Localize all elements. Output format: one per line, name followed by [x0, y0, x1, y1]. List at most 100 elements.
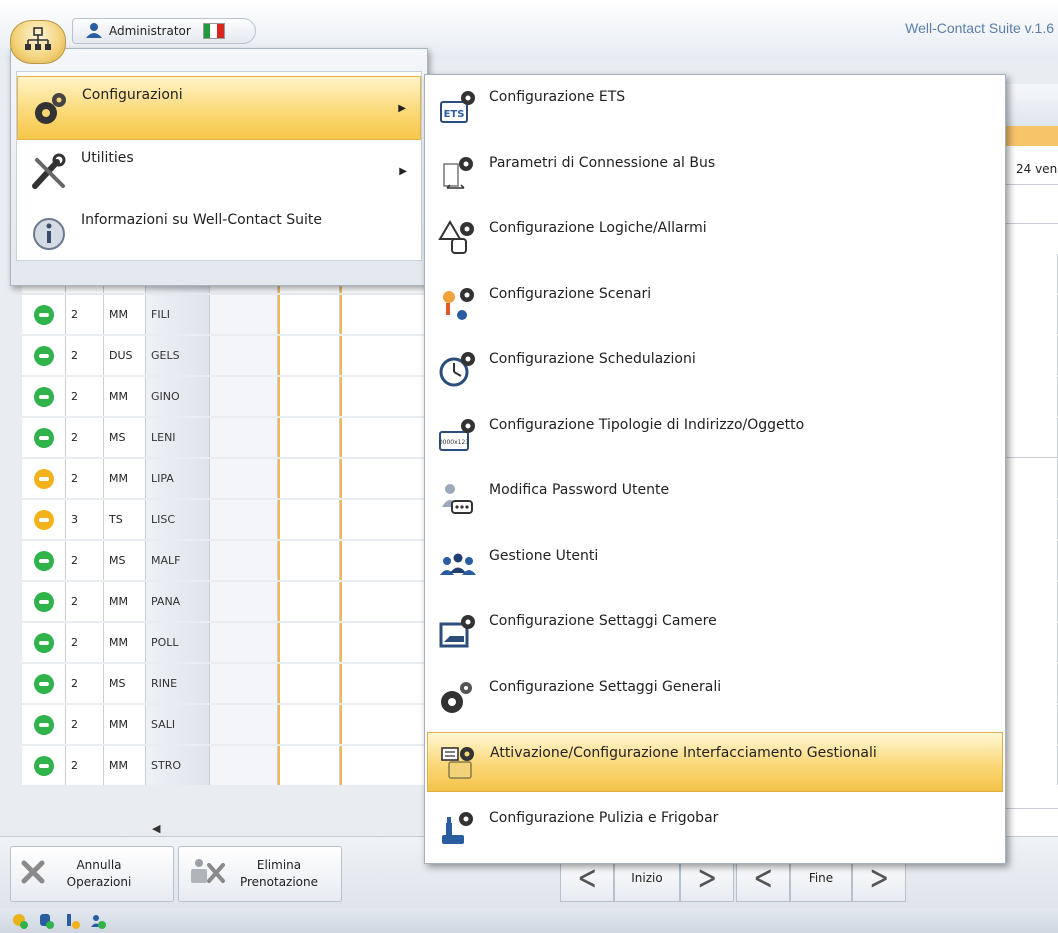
status-icon	[33, 304, 54, 325]
room-count-cell: 2	[66, 418, 104, 457]
gears-icon	[18, 77, 82, 141]
room-code-cell: SALI	[146, 705, 210, 744]
management-interface-icon	[428, 733, 490, 793]
logic-alarm-icon	[427, 208, 489, 268]
room-code-cell: GELS	[146, 336, 210, 375]
submenu-item[interactable]: Configurazione Settaggi Generali	[427, 667, 1003, 727]
svg-text:0000x123: 0000x123	[439, 439, 469, 446]
submenu-item[interactable]: Configurazione Logiche/Allarmi	[427, 208, 1003, 268]
room-code-cell: LISC	[146, 500, 210, 539]
grid-cell	[278, 746, 340, 785]
submenu-arrow-icon: ▶	[399, 166, 407, 177]
grid-cell	[278, 377, 340, 416]
grid-cell	[278, 623, 340, 662]
room-settings-icon	[427, 601, 489, 661]
room-count-cell: 2	[66, 459, 104, 498]
menu-item-label: Utilities	[81, 150, 134, 166]
delete-reservation-label: Elimina Prenotazione	[239, 858, 319, 889]
chevron-left-icon: <	[753, 858, 773, 898]
room-code-cell: MALF	[146, 541, 210, 580]
room-type-cell: MM	[104, 746, 146, 785]
grid-cell	[278, 705, 340, 744]
start-label: Inizio	[631, 871, 663, 885]
room-code-cell: RINE	[146, 664, 210, 703]
status-icon	[33, 345, 54, 366]
room-type-cell: MM	[104, 459, 146, 498]
status-cell	[22, 418, 66, 457]
room-type-cell: DUS	[104, 336, 146, 375]
bus-status-icon	[10, 912, 30, 930]
submenu-item[interactable]: Configurazione Schedulazioni	[427, 339, 1003, 399]
status-icon	[33, 632, 54, 653]
menu-item-info[interactable]: Informazioni su Well-Contact Suite	[17, 202, 421, 266]
status-icon	[33, 591, 54, 612]
users-status-icon	[88, 912, 108, 930]
suite-title: Well-Contact Suite v.1.6	[905, 20, 1054, 36]
scroll-left-icon[interactable]: ◀	[152, 822, 160, 835]
grid-cell	[210, 746, 278, 785]
room-code-cell: STRO	[146, 746, 210, 785]
room-count-cell: 2	[66, 705, 104, 744]
status-icon	[33, 386, 54, 407]
grid-cell	[210, 295, 278, 334]
grid-cell	[210, 582, 278, 621]
user-indicator[interactable]: Administrator	[72, 18, 256, 44]
application-menu-list: Configurazioni ▶ Utilities ▶ Informazion…	[16, 71, 422, 261]
menu-item-label: Informazioni su Well-Contact Suite	[81, 212, 322, 228]
status-icon	[33, 673, 54, 694]
menu-item-configurazioni[interactable]: Configurazioni ▶	[17, 76, 421, 140]
room-code-cell: GINO	[146, 377, 210, 416]
status-cell	[22, 336, 66, 375]
cancel-operations-button[interactable]: Annulla Operazioni	[10, 846, 174, 902]
info-icon	[17, 202, 81, 266]
submenu-item[interactable]: Configurazione Pulizia e Frigobar	[427, 798, 1003, 858]
room-count-cell: 2	[66, 746, 104, 785]
status-icon	[33, 468, 54, 489]
ets-icon: ETS	[427, 77, 489, 137]
room-count-cell: 2	[66, 377, 104, 416]
status-cell	[22, 582, 66, 621]
status-cell	[22, 377, 66, 416]
grid-cell	[278, 541, 340, 580]
room-code-cell: LENI	[146, 418, 210, 457]
submenu-item-label: Configurazione Settaggi Camere	[489, 613, 717, 629]
chevron-left-icon: <	[577, 858, 597, 898]
room-type-cell: TS	[104, 500, 146, 539]
submenu-item[interactable]: Parametri di Connessione al Bus	[427, 143, 1003, 203]
user-name: Administrator	[109, 24, 191, 38]
application-menu: Configurazioni ▶ Utilities ▶ Informazion…	[10, 48, 428, 286]
submenu-item[interactable]: ETS Configurazione ETS	[427, 77, 1003, 137]
room-type-cell: MM	[104, 295, 146, 334]
room-count-cell: 2	[66, 623, 104, 662]
submenu-item[interactable]: Modifica Password Utente	[427, 470, 1003, 530]
submenu-item[interactable]: Configurazione Scenari	[427, 274, 1003, 334]
submenu-item[interactable]: Gestione Utenti	[427, 536, 1003, 596]
italian-flag-icon[interactable]	[202, 23, 225, 39]
general-settings-icon	[427, 667, 489, 727]
menu-item-utilities[interactable]: Utilities ▶	[17, 140, 421, 204]
grid-cell	[210, 664, 278, 703]
bus-connection-icon	[427, 143, 489, 203]
submenu-item[interactable]: 0000x123 Configurazione Tipologie di Indi…	[427, 405, 1003, 465]
application-menu-button[interactable]	[10, 20, 66, 64]
room-code-cell: FILI	[146, 295, 210, 334]
status-icon	[33, 755, 54, 776]
chevron-right-icon: >	[697, 858, 717, 898]
grid-cell	[278, 500, 340, 539]
submenu-item-label: Configurazione Pulizia e Frigobar	[489, 809, 719, 826]
submenu-item-label: Modifica Password Utente	[489, 482, 670, 498]
status-cell	[22, 459, 66, 498]
room-count-cell: 2	[66, 295, 104, 334]
database-status-icon	[36, 912, 56, 930]
delete-reservation-button[interactable]: Elimina Prenotazione	[178, 846, 342, 902]
grid-cell	[210, 623, 278, 662]
submenu-item[interactable]: Configurazione Settaggi Camere	[427, 601, 1003, 661]
svg-text:ETS: ETS	[444, 109, 465, 120]
room-type-cell: MM	[104, 582, 146, 621]
room-count-cell: 2	[66, 664, 104, 703]
status-cell	[22, 746, 66, 785]
status-icon	[33, 550, 54, 571]
submenu-item-label: Configurazione Tipologie di Indirizzo/Og…	[489, 416, 805, 433]
submenu-item[interactable]: Attivazione/Configurazione Interfacciame…	[427, 732, 1003, 792]
users-icon	[427, 536, 489, 596]
